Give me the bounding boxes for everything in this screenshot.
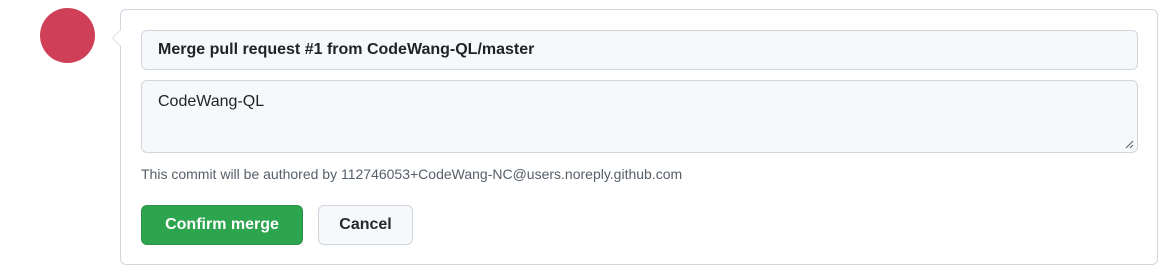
speech-caret-fill [113,29,122,47]
avatar[interactable] [40,8,95,63]
cancel-button[interactable]: Cancel [318,205,413,245]
commit-message-textarea[interactable]: CodeWang-QL [141,80,1138,153]
commit-message-text: CodeWang-QL [158,93,265,110]
author-note: This commit will be authored by 11274605… [141,166,683,182]
resize-grip-icon[interactable] [1124,139,1134,149]
merge-form: Merge pull request #1 from CodeWang-QL/m… [112,9,1158,265]
commit-title-input[interactable]: Merge pull request #1 from CodeWang-QL/m… [141,30,1138,70]
confirm-merge-button[interactable]: Confirm merge [141,205,303,245]
